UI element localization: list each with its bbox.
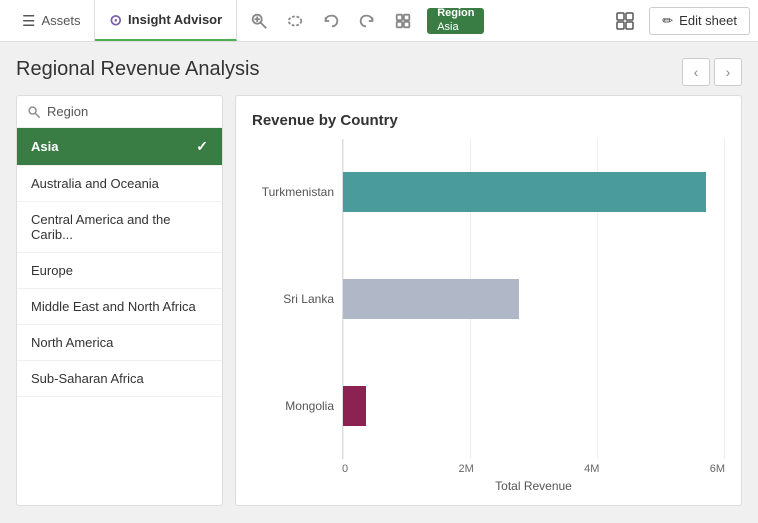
page-navigation: ‹ ›	[682, 58, 742, 86]
list-item-asia[interactable]: Asia ✓	[17, 128, 222, 166]
toolbar: ☰ Assets ⊙ Insight Advisor Region Asia	[0, 0, 758, 42]
search-box[interactable]: Region	[17, 96, 222, 128]
list-item-australia[interactable]: Australia and Oceania	[17, 166, 222, 202]
left-filter-panel: Region Asia ✓ Australia and Oceania Cent…	[16, 95, 223, 506]
bar-row-turkmenistan	[343, 162, 725, 222]
tab-insight-advisor[interactable]: ⊙ Insight Advisor	[95, 0, 237, 41]
chart-panel: Revenue by Country Turkmenistan Sri Lank…	[235, 95, 742, 506]
bar-srilanka[interactable]	[343, 279, 519, 319]
y-axis-labels: Turkmenistan Sri Lanka Mongolia	[252, 139, 342, 459]
x-axis-title: Total Revenue	[342, 479, 725, 493]
bar-turkmenistan[interactable]	[343, 172, 706, 212]
edit-pencil-icon: ✏	[662, 13, 673, 29]
checkmark-icon: ✓	[196, 138, 208, 155]
list-item-label: Australia and Oceania	[31, 176, 159, 191]
list-item-north-america[interactable]: North America	[17, 325, 222, 361]
edit-sheet-button[interactable]: ✏ Edit sheet	[649, 7, 750, 35]
x-axis-area: 0 2M 4M 6M Total Revenue	[252, 459, 725, 493]
x-axis-labels: 0 2M 4M 6M	[342, 463, 725, 477]
x-label-0: 0	[342, 463, 348, 475]
bar-mongolia[interactable]	[343, 386, 366, 426]
grid-icon-btn[interactable]	[609, 5, 641, 37]
list-item-label: Middle East and North Africa	[31, 299, 196, 314]
main-area: Region Asia ✓ Australia and Oceania Cent…	[16, 95, 742, 506]
lasso-icon-btn[interactable]	[279, 5, 311, 37]
region-pill[interactable]: Region Asia	[427, 8, 484, 34]
x-label-6m: 6M	[710, 463, 725, 475]
chart-inner: Turkmenistan Sri Lanka Mongolia	[252, 139, 725, 459]
edit-sheet-label: Edit sheet	[679, 13, 737, 28]
list-item-label: Central America and the Carib...	[31, 212, 170, 242]
list-item-label: Europe	[31, 263, 73, 278]
search-icon	[27, 105, 41, 119]
tab-assets[interactable]: ☰ Assets	[8, 0, 95, 41]
list-item-central-america[interactable]: Central America and the Carib...	[17, 202, 222, 253]
list-item-sub-saharan[interactable]: Sub-Saharan Africa	[17, 361, 222, 397]
zoom-icon-btn[interactable]	[243, 5, 275, 37]
list-item-middle-east[interactable]: Middle East and North Africa	[17, 289, 222, 325]
assets-icon: ☰	[22, 12, 35, 30]
list-item-label: North America	[31, 335, 113, 350]
chart-title: Revenue by Country	[252, 112, 725, 129]
list-item-label: Asia	[31, 139, 58, 154]
redo-icon-btn[interactable]	[351, 5, 383, 37]
undo-icon-btn[interactable]	[315, 5, 347, 37]
bar-row-srilanka	[343, 269, 725, 329]
y-label-mongolia: Mongolia	[285, 399, 334, 413]
toolbar-tool-icons	[243, 5, 419, 37]
page-title: Regional Revenue Analysis	[16, 58, 742, 81]
region-pill-title: Region	[437, 7, 474, 20]
region-pill-value: Asia	[437, 21, 474, 34]
insight-advisor-label: Insight Advisor	[128, 12, 222, 27]
bars-container	[342, 139, 725, 459]
chart-area: Turkmenistan Sri Lanka Mongolia	[252, 139, 725, 493]
bar-row-mongolia	[343, 376, 725, 436]
y-label-turkmenistan: Turkmenistan	[262, 185, 334, 199]
assets-label: Assets	[41, 13, 80, 28]
x-label-4m: 4M	[584, 463, 599, 475]
list-item-europe[interactable]: Europe	[17, 253, 222, 289]
next-page-button[interactable]: ›	[714, 58, 742, 86]
page-content: Regional Revenue Analysis ‹ › Region Asi…	[0, 42, 758, 523]
prev-page-button[interactable]: ‹	[682, 58, 710, 86]
list-item-label: Sub-Saharan Africa	[31, 371, 144, 386]
y-label-srilanka: Sri Lanka	[283, 292, 334, 306]
select-icon-btn[interactable]	[387, 5, 419, 37]
insight-icon: ⊙	[109, 11, 122, 29]
x-label-2m: 2M	[458, 463, 473, 475]
search-label: Region	[47, 104, 88, 119]
